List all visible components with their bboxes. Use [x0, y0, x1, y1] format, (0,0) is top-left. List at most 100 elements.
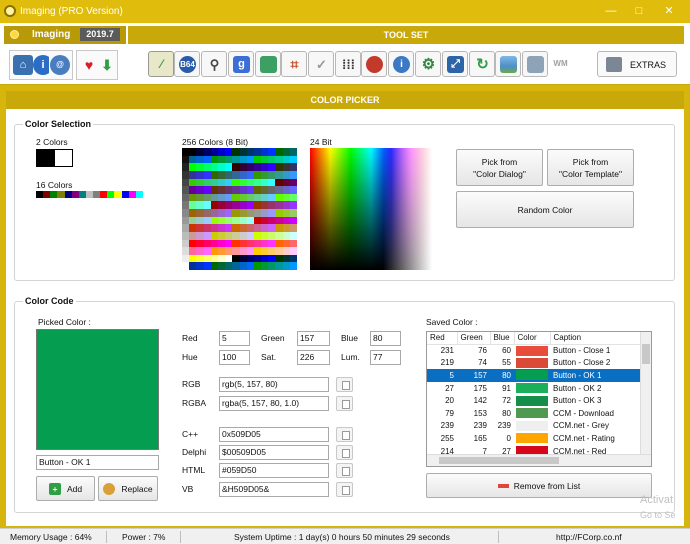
palette16-swatch-6[interactable]	[78, 191, 86, 198]
palette256-cell[interactable]	[182, 231, 190, 240]
palette256-cell[interactable]	[282, 247, 290, 255]
palette256-cell[interactable]	[239, 216, 247, 225]
palette256-cell[interactable]	[253, 163, 262, 171]
palette256-cell[interactable]	[182, 216, 190, 225]
saved-color-row[interactable]: 239 239 239 CCM.net - Grey	[427, 420, 640, 433]
saved-colors-list[interactable]: Red Green Blue Color Caption 231 76 60 Butt…	[426, 331, 652, 467]
palette256-cell[interactable]	[289, 216, 297, 225]
palette256-cell[interactable]	[217, 247, 226, 255]
scroll-thumb[interactable]	[642, 344, 650, 364]
info-tool[interactable]: i	[388, 51, 414, 77]
palette256-cell[interactable]	[253, 186, 262, 194]
palette256-cell[interactable]	[217, 201, 226, 209]
replace-button[interactable]: Replace	[98, 476, 158, 501]
heart-icon[interactable]: ♥	[79, 55, 99, 75]
palette256-cell[interactable]	[182, 201, 190, 209]
palette256-cell[interactable]	[196, 247, 204, 255]
palette256-cell[interactable]	[261, 216, 269, 225]
palette256-cell[interactable]	[246, 148, 254, 156]
palette256-cell[interactable]	[289, 163, 297, 171]
palette256-cell[interactable]	[232, 155, 240, 164]
palette256-cell[interactable]	[268, 201, 276, 209]
palette256-cell[interactable]	[189, 239, 197, 248]
website-link[interactable]: http://FCorp.co.nf	[556, 532, 622, 542]
palette256-cell[interactable]	[203, 262, 211, 270]
palette16-swatch-5[interactable]	[71, 191, 79, 198]
palette256-cell[interactable]	[268, 170, 276, 179]
palette256-cell[interactable]	[253, 262, 262, 270]
palette256-cell[interactable]	[289, 224, 297, 232]
palette256-cell[interactable]	[232, 201, 240, 209]
palette256-cell[interactable]	[261, 163, 269, 171]
palette256-cell[interactable]	[196, 163, 204, 171]
palette256-cell[interactable]	[261, 209, 269, 217]
palette256-cell[interactable]	[239, 201, 247, 209]
palette256-cell[interactable]	[246, 254, 254, 263]
palette256-cell[interactable]	[217, 178, 226, 187]
palette256-cell[interactable]	[232, 231, 240, 240]
sat-field[interactable]: 226	[297, 350, 330, 365]
palette256-cell[interactable]	[261, 231, 269, 240]
palette256-cell[interactable]	[225, 209, 233, 217]
palette256-cell[interactable]	[282, 254, 290, 263]
palette256-cell[interactable]	[289, 239, 297, 248]
palette256-cell[interactable]	[289, 170, 297, 179]
copy-rgba-icon[interactable]	[336, 396, 353, 411]
palette256-cell[interactable]	[239, 163, 247, 171]
palette256-cell[interactable]	[189, 201, 197, 209]
search-tool[interactable]: ⚲	[201, 51, 227, 77]
palette256-cell[interactable]	[232, 254, 240, 263]
palette256-cell[interactable]	[196, 178, 204, 187]
palette256-cell[interactable]	[225, 163, 233, 171]
hue-field[interactable]: 100	[219, 350, 250, 365]
horizontal-scrollbar[interactable]	[427, 454, 651, 466]
white-swatch[interactable]	[55, 150, 72, 166]
palette256-cell[interactable]	[225, 231, 233, 240]
palette256-cell[interactable]	[246, 224, 254, 232]
copy-cpp-icon[interactable]	[336, 427, 353, 442]
pick-from-dialog-button[interactable]: Pick from "Color Dialog"	[456, 149, 543, 186]
saved-color-row[interactable]: 219 74 55 Button - Close 2	[427, 357, 640, 370]
palette256-cell[interactable]	[268, 224, 276, 232]
palette256-cell[interactable]	[217, 231, 226, 240]
palette256-cell[interactable]	[239, 155, 247, 164]
palette256-cell[interactable]	[196, 148, 204, 156]
palette256-cell[interactable]	[203, 224, 211, 232]
palette256-cell[interactable]	[275, 148, 283, 156]
palette256-cell[interactable]	[282, 170, 290, 179]
palette256-cell[interactable]	[239, 148, 247, 156]
vb-field[interactable]: &H509D05&	[219, 482, 329, 497]
palette256-cell[interactable]	[275, 216, 283, 225]
copy-html-icon[interactable]	[336, 463, 353, 478]
palette256-cell[interactable]	[246, 170, 254, 179]
palette256-cell[interactable]	[182, 262, 190, 270]
palette256-cell[interactable]	[182, 186, 190, 194]
palette256-cell[interactable]	[282, 262, 290, 270]
palette256-cell[interactable]	[210, 201, 218, 209]
palette256-cell[interactable]	[289, 254, 297, 263]
palette256-cell[interactable]	[225, 247, 233, 255]
palette256-cell[interactable]	[225, 262, 233, 270]
red-field[interactable]: 5	[219, 331, 250, 346]
palette256-cell[interactable]	[203, 239, 211, 248]
close-button[interactable]: ✕	[656, 2, 682, 20]
palette16-swatch-1[interactable]	[43, 191, 51, 198]
palette256-cell[interactable]	[189, 209, 197, 217]
palette256-cell[interactable]	[289, 155, 297, 164]
saved-color-row[interactable]: 5 157 80 Button - OK 1	[427, 369, 640, 382]
saved-color-row[interactable]: 20 142 72 Button - OK 3	[427, 394, 640, 407]
layers-tool[interactable]	[255, 51, 281, 77]
watermark-tool[interactable]: WM	[548, 51, 574, 77]
refresh-tool[interactable]: ↻	[469, 51, 495, 77]
col-green-header[interactable]: Green	[457, 332, 491, 345]
two-colors-palette[interactable]	[36, 149, 73, 167]
palette256-cell[interactable]	[275, 239, 283, 248]
vertical-scrollbar[interactable]	[640, 332, 651, 454]
palette256-cell[interactable]	[268, 186, 276, 194]
palette256-cell[interactable]	[189, 178, 197, 187]
grid-tool[interactable]: ⁞⁞⁞	[335, 51, 361, 77]
palette256-cell[interactable]	[232, 170, 240, 179]
palette16-swatch-14[interactable]	[135, 191, 143, 198]
palette-24bit[interactable]	[310, 148, 432, 270]
palette256-cell[interactable]	[253, 193, 262, 202]
